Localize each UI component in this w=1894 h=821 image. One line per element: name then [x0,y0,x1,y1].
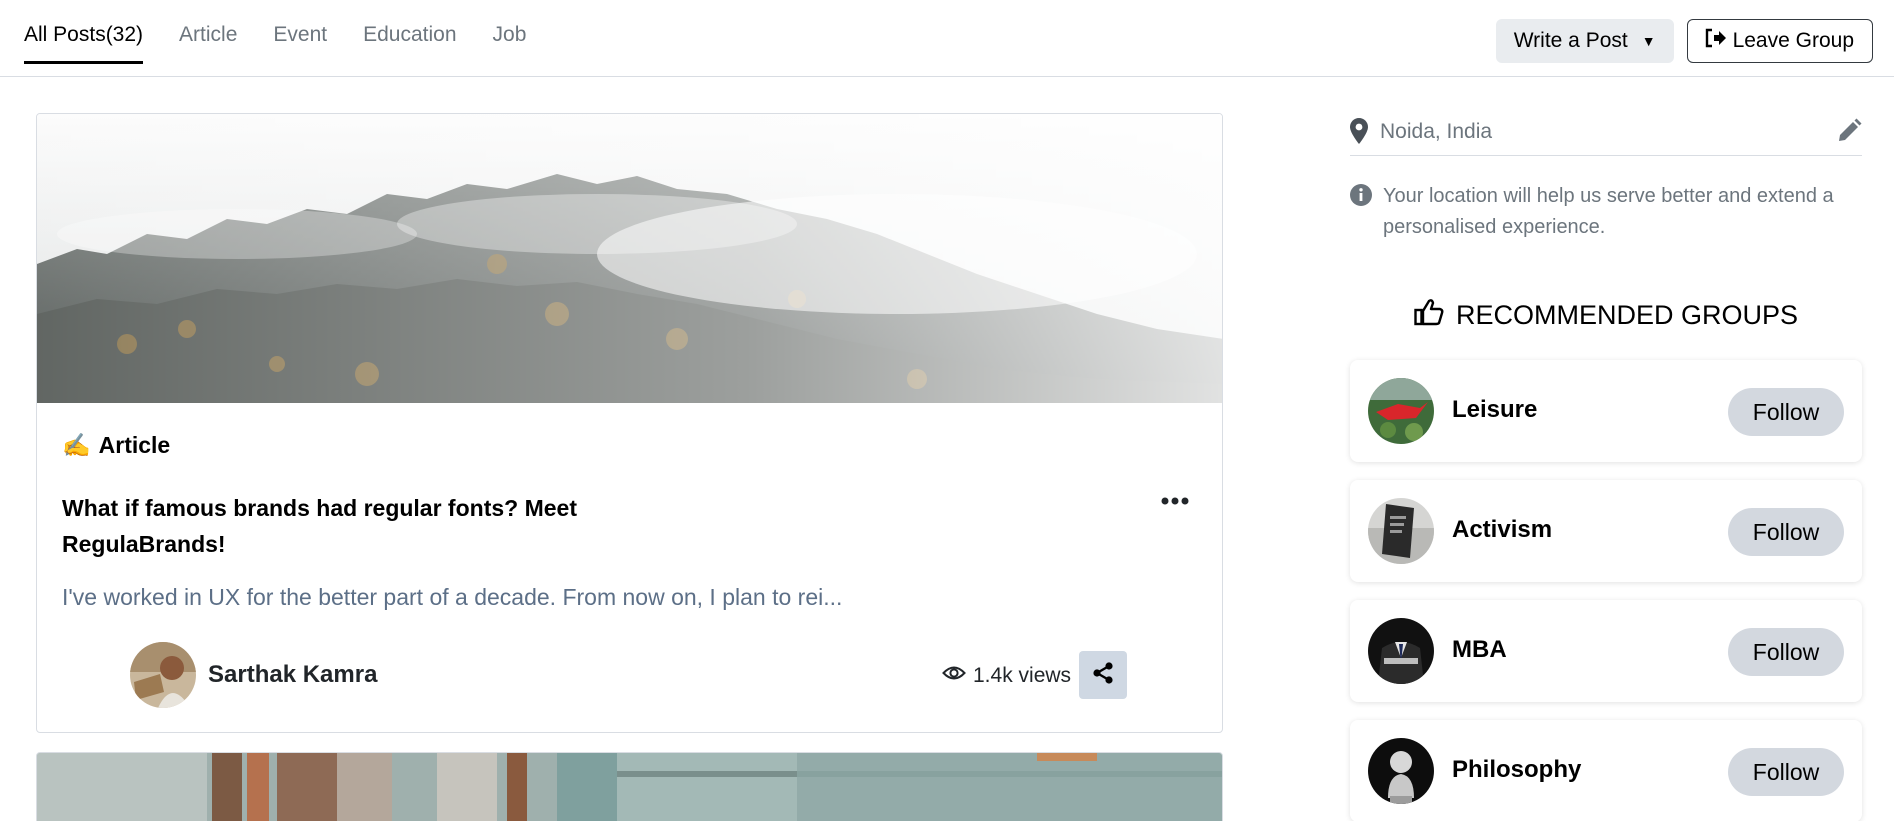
author-avatar [130,642,196,708]
post-excerpt: I've worked in UX for the better part of… [62,584,843,610]
group-name: Activism [1452,516,1553,543]
follow-button[interactable]: Follow [1728,388,1844,436]
post-card[interactable]: ✍️ Article What if famous brands had reg… [36,113,1223,733]
leave-icon [1705,28,1727,54]
location-field [1350,114,1862,156]
eye-icon [942,664,966,688]
recommended-groups-heading: RECOMMENDED GROUPS [1350,298,1862,333]
group-avatar [1368,498,1434,564]
more-dots-icon[interactable] [1157,490,1193,512]
group-name: MBA [1452,636,1507,663]
caret-down-icon: ▼ [1641,33,1656,49]
post-filter-tabs: All Posts(32) Article Event Education Jo… [24,0,562,77]
post-type-text: Article [98,432,171,458]
top-actions: Write a Post ▼ Leave Group [1495,19,1873,63]
share-button[interactable] [1079,651,1127,699]
post-cover-image [37,114,1222,403]
group-name: Philosophy [1452,756,1582,783]
tab-all-posts[interactable]: All Posts(32) [24,0,144,64]
follow-button[interactable]: Follow [1728,508,1844,556]
post-author[interactable]: Sarthak Kamra [130,642,377,708]
post-title[interactable]: What if famous brands had regular fonts?… [62,490,682,562]
group-card-mba[interactable]: MBA Follow [1350,600,1862,702]
follow-button[interactable]: Follow [1728,748,1844,796]
group-name: Leisure [1452,396,1538,423]
write-post-label: Write a Post [1513,29,1628,52]
pencil-icon[interactable] [1836,118,1862,149]
group-avatar [1368,618,1434,684]
group-card-philosophy[interactable]: Philosophy Follow [1350,720,1862,821]
thumbs-up-icon [1414,298,1444,333]
tab-job[interactable]: Job [493,0,527,64]
location-pin-icon [1350,118,1368,149]
post-cover-image [37,753,1222,821]
post-type-label: ✍️ Article [62,432,170,459]
group-card-activism[interactable]: Activism Follow [1350,480,1862,582]
author-name: Sarthak Kamra [208,661,378,688]
post-card[interactable] [36,752,1223,821]
writing-hand-icon: ✍️ [62,432,91,458]
group-card-leisure[interactable]: Leisure Follow [1350,360,1862,462]
top-bar: All Posts(32) Article Event Education Jo… [0,0,1894,77]
location-info-text: Your location will help us serve better … [1383,185,1834,238]
group-avatar [1368,378,1434,444]
tab-education[interactable]: Education [363,0,456,64]
tab-event[interactable]: Event [273,0,327,64]
views-count: 1.4k views [973,664,1072,687]
write-post-button[interactable]: Write a Post ▼ [1495,19,1674,63]
post-views: 1.4k views [942,664,1071,688]
leave-group-label: Leave Group [1732,29,1854,52]
recommended-groups-title: RECOMMENDED GROUPS [1455,300,1799,330]
info-icon [1350,184,1372,211]
group-avatar [1368,738,1434,804]
share-icon [1092,661,1114,689]
location-input[interactable] [1380,120,1800,144]
leave-group-button[interactable]: Leave Group [1686,19,1873,63]
follow-button[interactable]: Follow [1728,628,1844,676]
tab-article[interactable]: Article [179,0,237,64]
